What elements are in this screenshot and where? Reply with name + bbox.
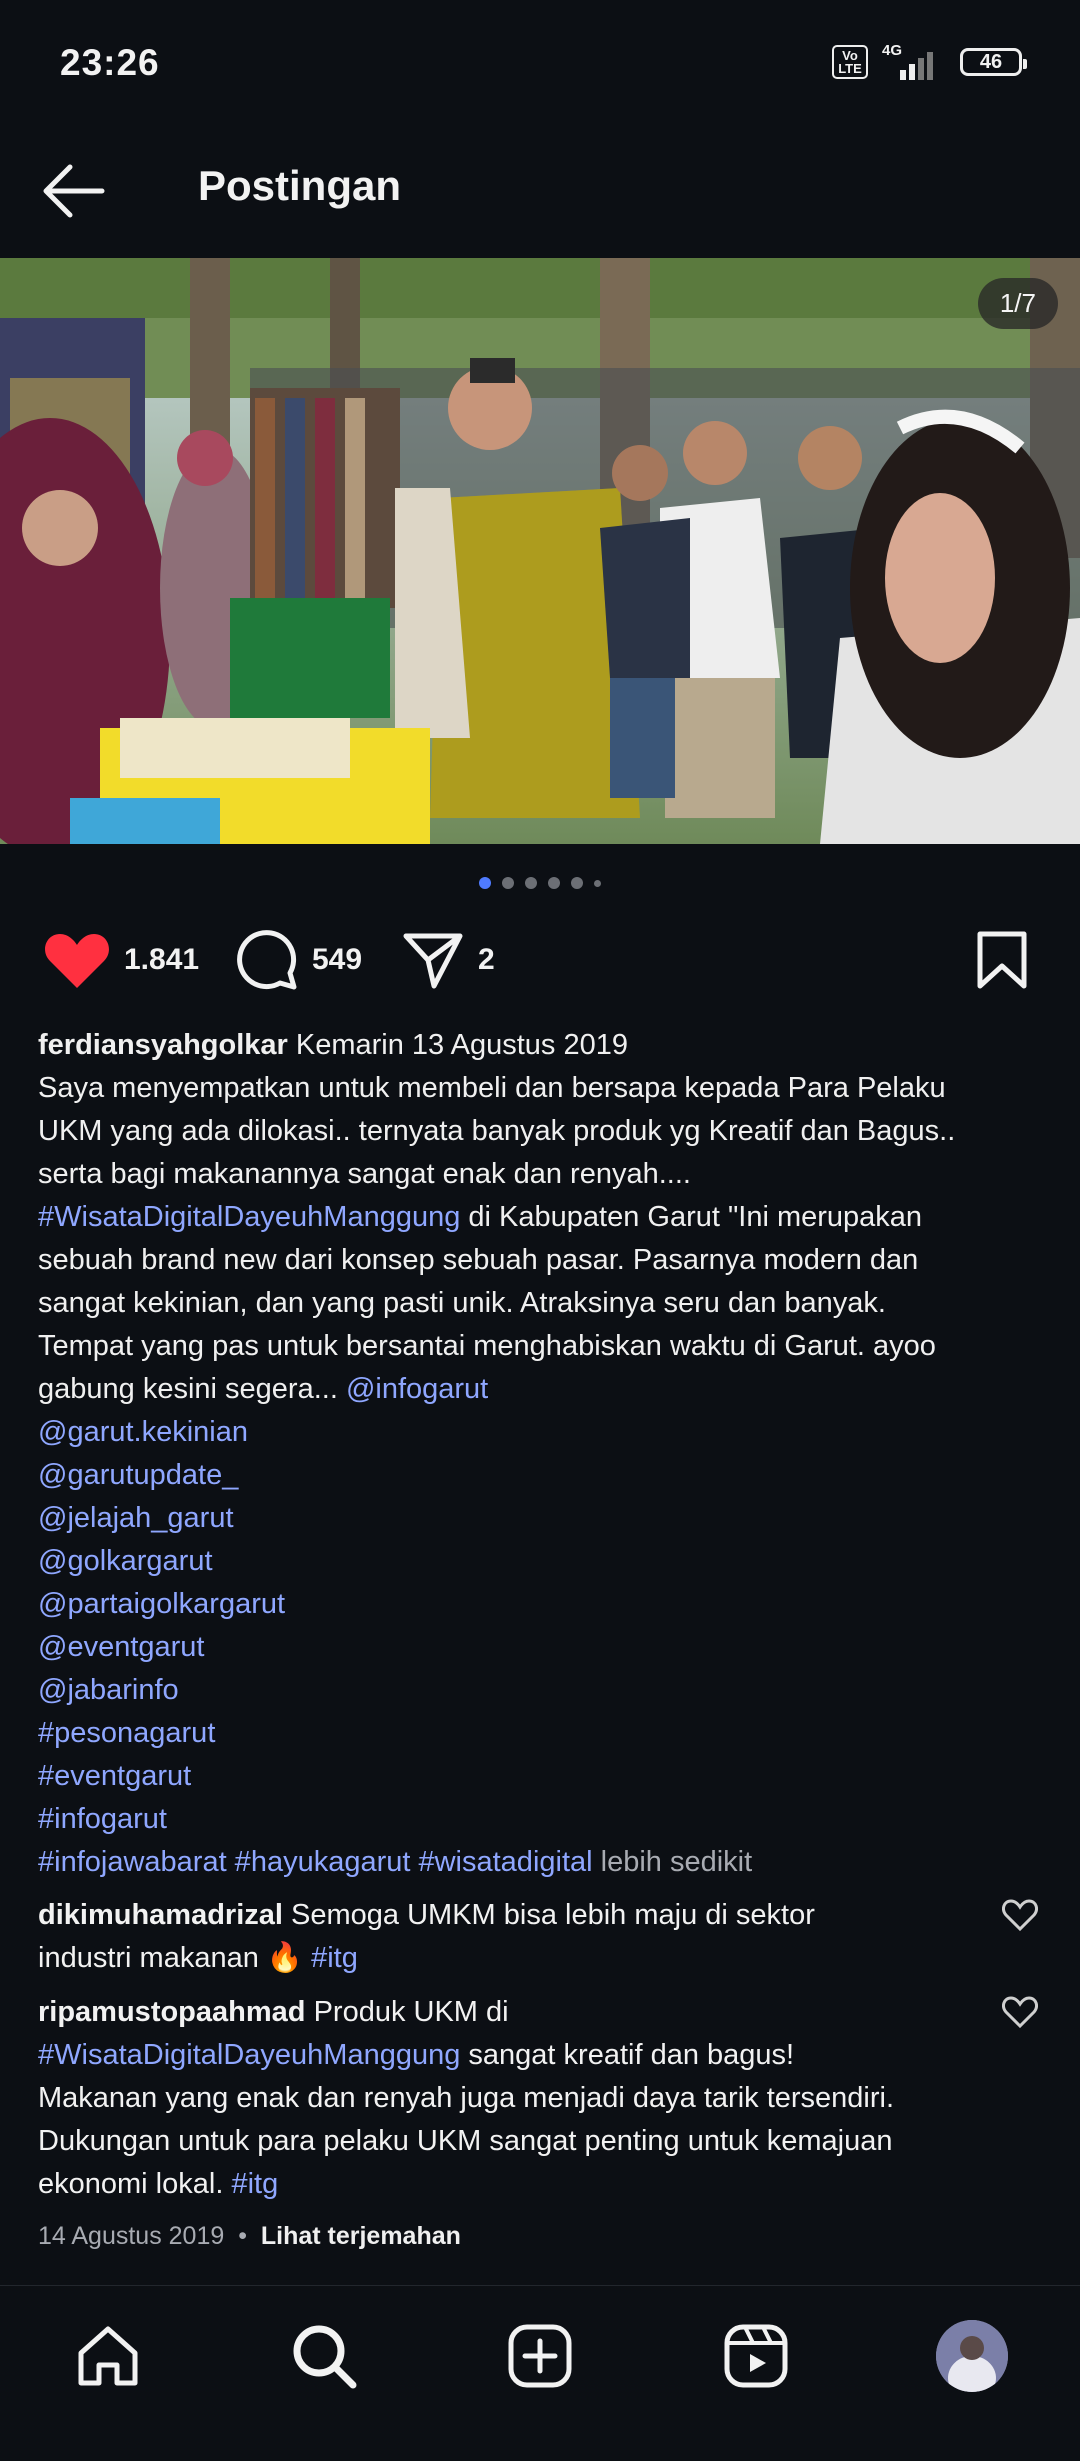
comment-item: dikimuhamadrizal Semoga UMKM bisa lebih … bbox=[38, 1894, 988, 1980]
comment-count: 549 bbox=[312, 943, 363, 976]
share-count: 2 bbox=[478, 943, 495, 976]
back-arrow-icon bbox=[43, 164, 105, 218]
save-button[interactable] bbox=[976, 925, 1028, 995]
comment-text: ekonomi lokal. bbox=[38, 2168, 232, 2200]
see-translation-link[interactable]: Lihat terjemahan bbox=[261, 2222, 461, 2250]
comment-like-icon[interactable] bbox=[1002, 1898, 1038, 1932]
nav-create[interactable] bbox=[502, 2318, 578, 2394]
mention-link[interactable]: @eventgarut bbox=[38, 1626, 1048, 1669]
caption-line: Saya menyempatkan untuk membeli dan bers… bbox=[38, 1072, 946, 1104]
meta-separator: • bbox=[238, 2222, 247, 2250]
carousel-dot bbox=[502, 877, 514, 889]
image-counter: 1/7 bbox=[977, 278, 1058, 329]
hashtag-link[interactable]: #WisataDigitalDayeuhManggung bbox=[38, 2039, 460, 2071]
post-date: 14 Agustus 2019 bbox=[38, 2222, 225, 2250]
nav-profile[interactable] bbox=[934, 2318, 1010, 2394]
network-type: 4G bbox=[882, 42, 903, 59]
comment-like-icon[interactable] bbox=[1002, 1995, 1038, 2029]
mention-link[interactable]: @jelajah_garut bbox=[38, 1497, 1048, 1540]
page-title: Postingan bbox=[198, 162, 402, 209]
post-caption: ferdiansyahgolkar Kemarin 13 Agustus 201… bbox=[38, 1024, 1048, 1884]
battery-level: 46 bbox=[979, 50, 1003, 73]
carousel-dot-active bbox=[479, 877, 491, 889]
comment-text: Semoga UMKM bisa lebih maju di sektor bbox=[291, 1899, 815, 1931]
like-button[interactable]: 1.841 bbox=[44, 925, 199, 995]
hashtag-link[interactable]: #WisataDigitalDayeuhManggung bbox=[38, 1201, 460, 1233]
caption-date: Kemarin 13 Agustus 2019 bbox=[295, 1029, 629, 1061]
signal-icon: 4G bbox=[882, 42, 946, 80]
like-count: 1.841 bbox=[124, 943, 200, 976]
profile-avatar bbox=[936, 2320, 1008, 2392]
top-bar: Postingan bbox=[0, 130, 1080, 250]
caption-line: Tempat yang pas untuk bersantai menghabi… bbox=[38, 1330, 936, 1362]
comment-text: sangat kreatif dan bagus! bbox=[460, 2039, 795, 2071]
caption-line: serta bagi makanannya sangat enak dan re… bbox=[38, 1158, 691, 1190]
mention-link[interactable]: @golkargarut bbox=[38, 1540, 1048, 1583]
carousel-indicator bbox=[0, 877, 1080, 889]
volte-icon: Vo LTE bbox=[832, 45, 868, 79]
market-photo bbox=[0, 258, 1080, 844]
show-less-link[interactable]: lebih sedikit bbox=[601, 1846, 753, 1878]
caption-text: di Kabupaten Garut "Ini merupakan bbox=[460, 1201, 923, 1233]
bookmark-icon bbox=[977, 931, 1027, 989]
caption-line: #WisataDigitalDayeuhManggung di Kabupate… bbox=[38, 1196, 1048, 1239]
bottom-navigation bbox=[0, 2285, 1080, 2461]
caption-line: sangat kekinian, dan yang pasti unik. At… bbox=[38, 1287, 886, 1319]
status-icons: Vo LTE 4G 46 bbox=[832, 42, 1027, 80]
reels-icon bbox=[724, 2324, 788, 2388]
caption-line: UKM yang ada dilokasi.. ternyata banyak … bbox=[38, 1115, 956, 1147]
mention-link[interactable]: @garut.kekinian bbox=[38, 1411, 1048, 1454]
nav-home[interactable] bbox=[70, 2318, 146, 2394]
carousel-dot bbox=[571, 877, 583, 889]
add-post-icon bbox=[508, 2324, 572, 2388]
comment-icon bbox=[237, 930, 297, 990]
mention-link[interactable]: @garutupdate_ bbox=[38, 1454, 1048, 1497]
carousel-dot bbox=[594, 879, 601, 887]
comment-text: Produk UKM di bbox=[313, 1996, 509, 2028]
status-bar: 23:26 Vo LTE 4G 46 bbox=[0, 0, 1080, 130]
mention-link[interactable]: @jabarinfo bbox=[38, 1669, 1048, 1712]
caption-line: sebuah brand new dari konsep sebuah pasa… bbox=[38, 1244, 919, 1276]
action-bar: 1.841 549 2 bbox=[0, 925, 1080, 1025]
nav-reels[interactable] bbox=[718, 2318, 794, 2394]
carousel-dot bbox=[525, 877, 537, 889]
back-button[interactable] bbox=[40, 158, 110, 224]
mention-link[interactable]: @partaigolkargarut bbox=[38, 1583, 1048, 1626]
nav-search[interactable] bbox=[286, 2318, 362, 2394]
hashtag-link[interactable]: #pesonagarut bbox=[38, 1712, 1048, 1755]
hashtag-link[interactable]: #itg bbox=[311, 1942, 358, 1974]
caption-line: ferdiansyahgolkar Kemarin 13 Agustus 201… bbox=[38, 1024, 1048, 1067]
home-icon bbox=[78, 2326, 138, 2386]
carousel-dot bbox=[548, 877, 560, 889]
comment-button[interactable]: 549 bbox=[236, 925, 362, 995]
heart-filled-icon bbox=[45, 934, 109, 988]
caption-line: gabung kesini segera... @infogarut bbox=[38, 1368, 1048, 1411]
comment-text: Dukungan untuk para pelaku UKM sangat pe… bbox=[38, 2125, 893, 2157]
comment-text: industri makanan 🔥 bbox=[38, 1942, 312, 1974]
status-time: 23:26 bbox=[60, 42, 160, 83]
hashtag-link[interactable]: #itg bbox=[231, 2168, 278, 2200]
search-icon bbox=[293, 2325, 357, 2389]
caption-username[interactable]: ferdiansyahgolkar bbox=[38, 1029, 288, 1061]
comment-username[interactable]: dikimuhamadrizal bbox=[38, 1899, 283, 1931]
caption-line: #infojawabarat #hayukagarut #wisatadigit… bbox=[38, 1841, 1048, 1884]
post-meta: 14 Agustus 2019 • Lihat terjemahan bbox=[38, 2222, 461, 2251]
hashtag-link[interactable]: #infojawabarat #hayukagarut #wisatadigit… bbox=[38, 1846, 593, 1878]
share-button[interactable]: 2 bbox=[402, 925, 495, 995]
mention-link[interactable]: @infogarut bbox=[346, 1373, 488, 1405]
hashtag-link[interactable]: #eventgarut bbox=[38, 1755, 1048, 1798]
comment-username[interactable]: ripamustopaahmad bbox=[38, 1996, 306, 2028]
caption-text: gabung kesini segera... bbox=[38, 1373, 346, 1405]
hashtag-link[interactable]: #infogarut bbox=[38, 1798, 1048, 1841]
battery-icon: 46 bbox=[960, 48, 1027, 76]
send-icon bbox=[403, 933, 463, 989]
comment-text: Makanan yang enak dan renyah juga menjad… bbox=[38, 2082, 895, 2114]
post-image[interactable]: 1/7 bbox=[0, 258, 1080, 844]
comment-item: ripamustopaahmad Produk UKM di #WisataDi… bbox=[38, 1991, 988, 2206]
